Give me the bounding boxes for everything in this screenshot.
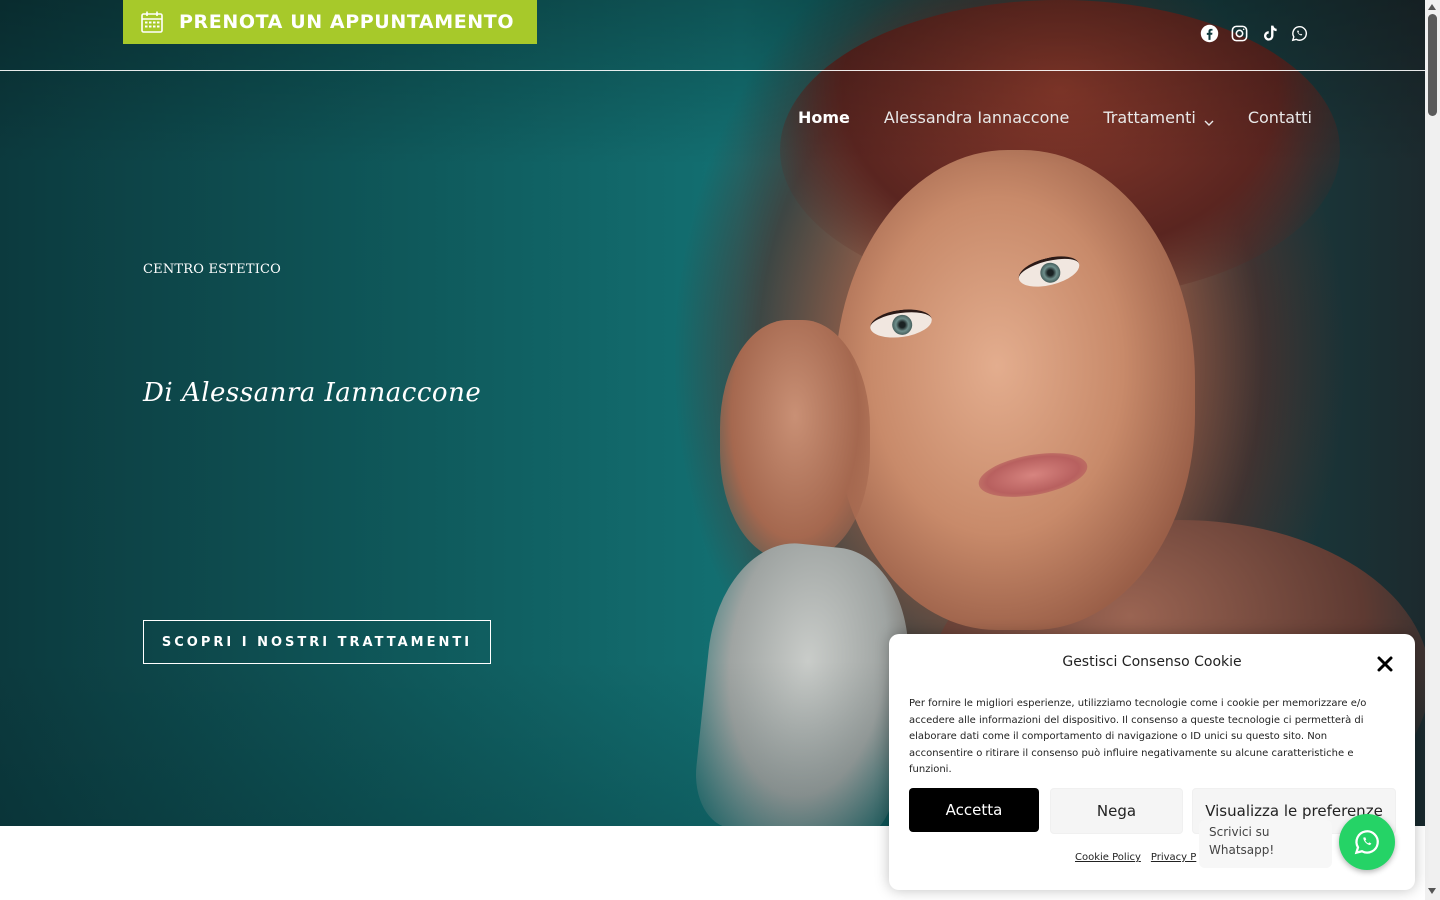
- deny-cookies-button[interactable]: Nega: [1050, 788, 1183, 834]
- book-appointment-button[interactable]: PRENOTA UN APPUNTAMENTO: [123, 0, 537, 44]
- tiktok-icon[interactable]: [1260, 24, 1279, 43]
- main-nav: Home Alessandra Iannaccone Trattamenti C…: [798, 108, 1312, 127]
- scrollbar-thumb[interactable]: [1428, 14, 1437, 116]
- cookie-banner-links: Cookie Policy Privacy P: [1075, 852, 1196, 863]
- nav-item-alessandra-iannaccone[interactable]: Alessandra Iannaccone: [884, 108, 1069, 127]
- whatsapp-icon: [1354, 830, 1379, 855]
- accept-cookies-button[interactable]: Accetta: [909, 788, 1039, 832]
- cookie-banner-text: Per fornire le migliori esperienze, util…: [909, 698, 1367, 775]
- facebook-icon[interactable]: [1200, 24, 1219, 43]
- hero-script-title: Di Alessanra Iannaccone: [143, 378, 482, 408]
- close-icon[interactable]: [1375, 654, 1395, 674]
- nav-item-contatti[interactable]: Contatti: [1248, 108, 1312, 127]
- chevron-down-icon: [1204, 113, 1214, 126]
- nav-item-label: Contatti: [1247, 108, 1312, 127]
- calendar-icon: [140, 10, 164, 34]
- instagram-icon[interactable]: [1230, 24, 1249, 43]
- cookie-banner-title: Gestisci Consenso Cookie: [1062, 654, 1242, 670]
- nav-item-label: Alessandra Iannaccone: [883, 108, 1070, 127]
- hero-eyebrow: CENTRO ESTETICO: [143, 262, 282, 277]
- whatsapp-tooltip: Scrivici su Whatsapp!: [1199, 820, 1332, 868]
- privacy-policy-link[interactable]: Privacy P: [1151, 852, 1196, 863]
- nav-item-trattamenti[interactable]: Trattamenti: [1103, 108, 1214, 127]
- scroll-up-arrow-icon[interactable]: [1428, 4, 1436, 10]
- cookie-policy-link[interactable]: Cookie Policy: [1075, 852, 1141, 863]
- discover-treatments-button[interactable]: SCOPRI I NOSTRI TRATTAMENTI: [143, 620, 491, 664]
- scrollbar[interactable]: [1425, 0, 1440, 900]
- cookie-consent-banner: Gestisci Consenso Cookie Per fornire le …: [889, 634, 1415, 890]
- nav-item-label: Home: [798, 108, 850, 127]
- social-links: [1200, 24, 1309, 43]
- whatsapp-chat-button[interactable]: [1339, 814, 1395, 870]
- whatsapp-icon[interactable]: [1290, 24, 1309, 43]
- scroll-down-arrow-icon[interactable]: [1428, 888, 1436, 894]
- nav-item-home[interactable]: Home: [798, 108, 850, 127]
- nav-item-label: Trattamenti: [1103, 108, 1196, 127]
- book-appointment-label: PRENOTA UN APPUNTAMENTO: [179, 11, 515, 33]
- top-bar: PRENOTA UN APPUNTAMENTO: [0, 0, 1425, 71]
